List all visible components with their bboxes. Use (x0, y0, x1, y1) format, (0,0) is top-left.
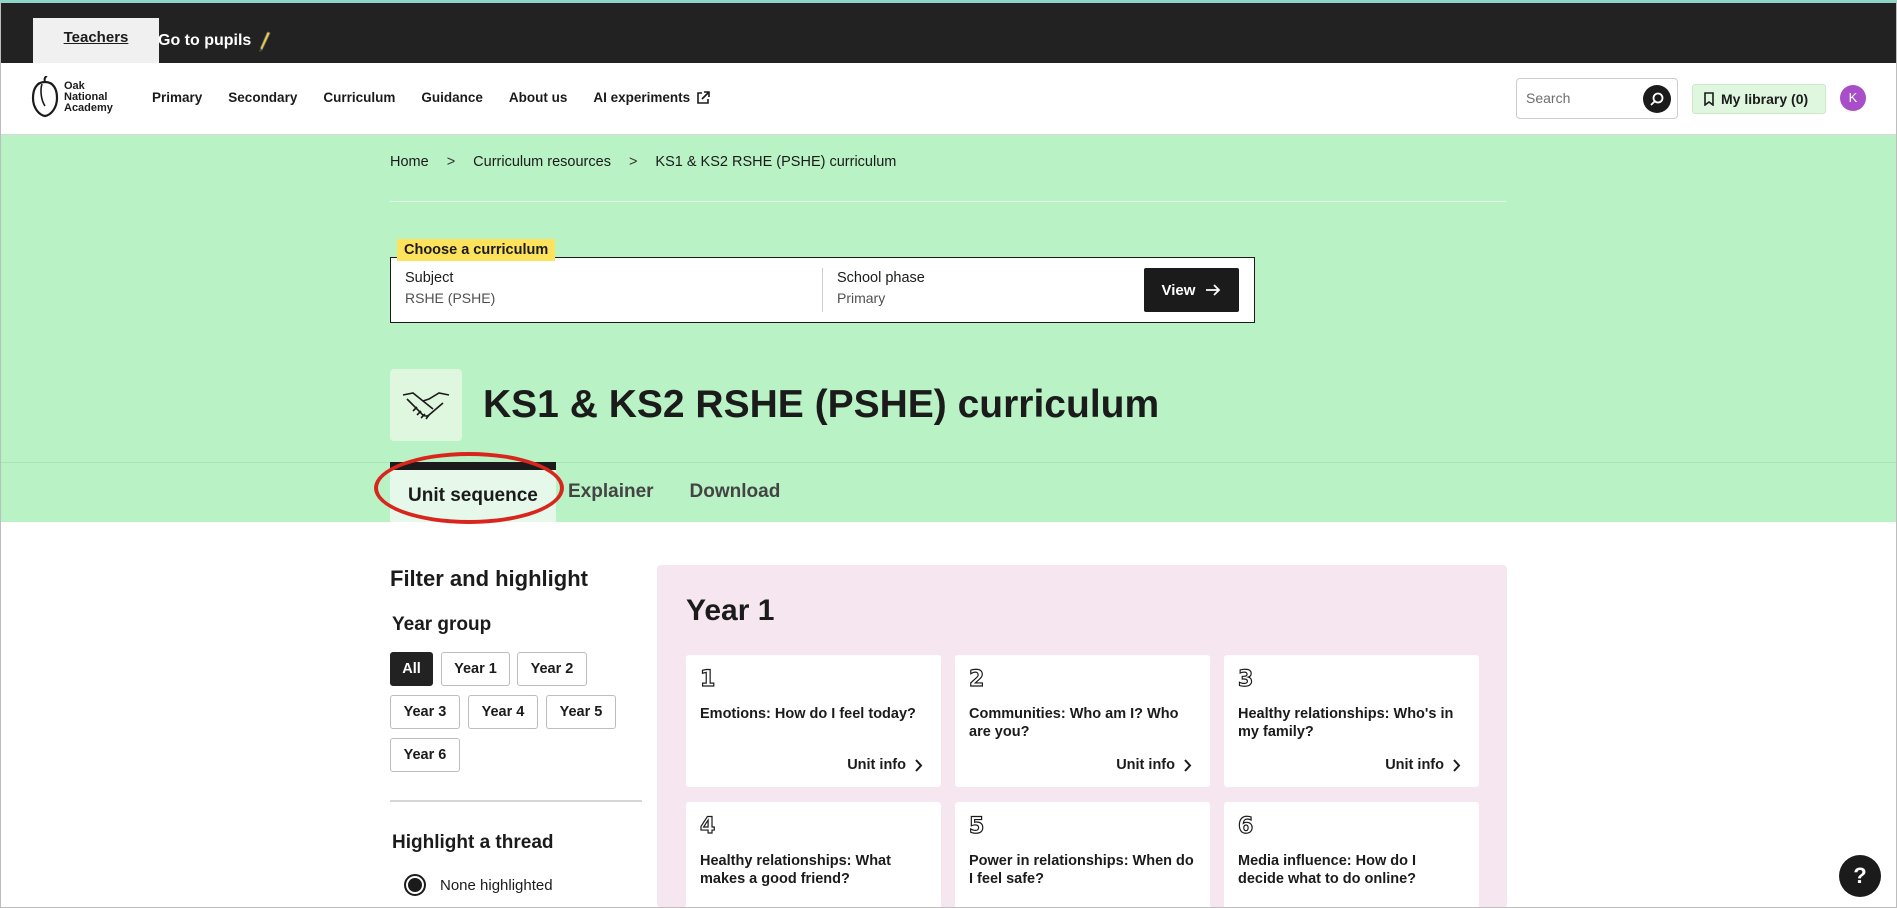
logo-line: Academy (64, 101, 113, 114)
hero-section: Home > Curriculum resources > KS1 & KS2 … (0, 135, 1897, 522)
search-icon (1650, 92, 1664, 106)
filter-title: Filter and highlight (390, 566, 588, 591)
highlight-annotation-circle (374, 452, 564, 524)
unit-number: 1 (699, 666, 716, 692)
unit-card[interactable]: 3 Healthy relationships: Who's in my fam… (1224, 655, 1479, 787)
year-title: Year 1 (686, 594, 775, 627)
divider (390, 800, 642, 802)
view-button-label: View (1161, 281, 1196, 299)
unit-number: 6 (1237, 813, 1254, 839)
avatar[interactable]: K (1840, 85, 1866, 111)
year-group-title: Year group (392, 614, 492, 635)
search-button[interactable] (1643, 85, 1671, 113)
unit-info-link[interactable]: Unit info (1116, 757, 1192, 773)
unit-card[interactable]: 6 Media influence: How do I decide what … (1224, 802, 1479, 908)
go-to-pupils-link[interactable]: Go to pupils (158, 30, 271, 52)
unit-title: Healthy relationships: What makes a good… (700, 853, 891, 887)
curriculum-chooser: Subject RSHE (PSHE) School phase Primary… (390, 257, 1255, 323)
acorn-icon (31, 76, 59, 118)
unit-card[interactable]: 4 Healthy relationships: What makes a go… (686, 802, 941, 908)
logo-line: National (64, 90, 108, 103)
main-nav: Primary Secondary Curriculum Guidance Ab… (152, 90, 736, 105)
chip-year-3[interactable]: Year 3 (390, 695, 460, 729)
tab-download[interactable]: Download (672, 462, 799, 522)
chip-year-5[interactable]: Year 5 (546, 695, 616, 729)
chevron-right-icon (1184, 758, 1192, 772)
unit-number: 2 (968, 666, 985, 692)
subject-value: RSHE (PSHE) (405, 290, 496, 306)
chevron-right-icon: > (628, 154, 638, 170)
nav-ai-experiments-label: AI experiments (593, 90, 691, 105)
search-box (1516, 78, 1678, 119)
breadcrumb: Home > Curriculum resources > KS1 & KS2 … (390, 154, 914, 170)
unit-title: Emotions: How do I feel today? (700, 706, 916, 722)
unit-info-link[interactable]: Unit info (847, 757, 923, 773)
site-header: Oak National Academy Primary Secondary C… (0, 63, 1897, 135)
unit-info-label: Unit info (847, 757, 906, 773)
help-button[interactable]: ? (1839, 855, 1881, 897)
nav-primary[interactable]: Primary (152, 90, 202, 105)
pencil-icon (259, 31, 271, 52)
chevron-right-icon: > (446, 154, 456, 170)
unit-card[interactable]: 1 Emotions: How do I feel today? Unit in… (686, 655, 941, 787)
unit-title: Power in relationships: When do I feel s… (969, 853, 1194, 887)
radio-none-highlighted[interactable]: None highlighted (404, 874, 553, 896)
highlight-thread-title: Highlight a thread (392, 832, 554, 853)
handshake-icon (402, 392, 450, 420)
chip-year-2[interactable]: Year 2 (517, 652, 587, 686)
breadcrumb-home[interactable]: Home (390, 154, 429, 170)
subject-field[interactable]: Subject RSHE (PSHE) (405, 270, 495, 306)
nav-about-us[interactable]: About us (509, 90, 568, 105)
page-title: KS1 & KS2 RSHE (PSHE) curriculum (483, 383, 1160, 426)
school-phase-field[interactable]: School phase Primary (837, 270, 925, 306)
unit-title: Communities: Who am I? Who are you? (969, 706, 1179, 740)
unit-info-label: Unit info (1116, 757, 1175, 773)
chip-year-4[interactable]: Year 4 (468, 695, 538, 729)
field-divider (822, 268, 823, 312)
top-bar: Teachers Go to pupils (0, 0, 1897, 63)
nav-curriculum[interactable]: Curriculum (323, 90, 395, 105)
unit-title: Healthy relationships: Who's in my famil… (1238, 706, 1454, 740)
my-library-button[interactable]: My library (0) (1692, 84, 1826, 114)
choose-curriculum-tag: Choose a curriculum (397, 239, 556, 261)
chevron-right-icon (1453, 758, 1461, 772)
unit-card[interactable]: 5 Power in relationships: When do I feel… (955, 802, 1210, 908)
external-link-icon (697, 90, 710, 104)
arrow-right-icon (1206, 284, 1221, 296)
radio-label: None highlighted (440, 876, 553, 894)
divider (390, 201, 1506, 202)
go-to-pupils-label: Go to pupils (158, 32, 252, 49)
radio-selected-icon[interactable] (404, 874, 426, 896)
bookmark-icon (1704, 92, 1714, 106)
chip-year-6[interactable]: Year 6 (390, 738, 460, 772)
teachers-tab[interactable]: Teachers (33, 18, 159, 63)
divider (0, 462, 1897, 463)
logo-line: Oak (64, 79, 85, 92)
tab-explainer[interactable]: Explainer (556, 462, 672, 522)
subject-label: Subject (405, 270, 454, 286)
unit-card[interactable]: 2 Communities: Who am I? Who are you? Un… (955, 655, 1210, 787)
unit-number: 5 (968, 813, 985, 839)
chip-year-1[interactable]: Year 1 (441, 652, 510, 686)
chevron-right-icon (915, 758, 923, 772)
unit-info-link[interactable]: Unit info (1385, 757, 1461, 773)
subject-icon (390, 369, 462, 441)
unit-number: 4 (699, 813, 716, 839)
search-input[interactable] (1526, 90, 1636, 106)
nav-guidance[interactable]: Guidance (421, 90, 483, 105)
breadcrumb-current: KS1 & KS2 RSHE (PSHE) curriculum (655, 154, 897, 170)
school-phase-label: School phase (837, 270, 925, 286)
nav-secondary[interactable]: Secondary (228, 90, 297, 105)
nav-ai-experiments[interactable]: AI experiments (593, 90, 710, 105)
my-library-label: My library (0) (1721, 91, 1809, 107)
unit-number: 3 (1237, 666, 1254, 692)
view-button[interactable]: View (1144, 268, 1239, 312)
unit-info-label: Unit info (1385, 757, 1444, 773)
oak-logo[interactable]: Oak National Academy (30, 76, 124, 118)
chip-all[interactable]: All (390, 652, 433, 686)
logo-wordmark: Oak National Academy (64, 79, 124, 114)
breadcrumb-curriculum-resources[interactable]: Curriculum resources (473, 154, 611, 170)
school-phase-value: Primary (837, 290, 886, 306)
unit-title: Media influence: How do I decide what to… (1238, 853, 1417, 887)
